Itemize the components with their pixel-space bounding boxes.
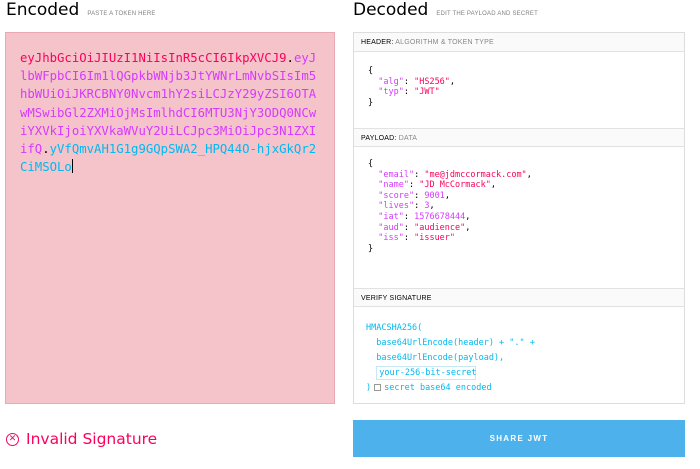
- close-paren: ): [366, 383, 372, 393]
- verify-line: HMACSHA256(: [366, 323, 423, 333]
- encoded-title: Encoded: [6, 0, 80, 20]
- share-jwt-button[interactable]: SHARE JWT: [353, 420, 685, 457]
- invalid-signature-text: Invalid Signature: [26, 430, 158, 448]
- close-line: ) secret base64 encoded: [366, 381, 684, 396]
- secret-input[interactable]: your-256-bit-secret: [376, 366, 476, 380]
- header-sublabel: ALGORITHM & TOKEN TYPE: [395, 39, 494, 46]
- json-value: 9001: [424, 190, 445, 201]
- verify-line: base64UrlEncode(header) + "." +: [366, 338, 535, 348]
- text-caret: [71, 159, 73, 174]
- payload-section-label: PAYLOAD: DATA: [354, 128, 684, 147]
- token-dot: .: [286, 51, 294, 65]
- json-value: 1576678444: [414, 211, 466, 222]
- payload-json-editor[interactable]: { "email": "me@jdmccormack.com", "name":…: [354, 147, 684, 288]
- json-key: "name": [378, 180, 409, 191]
- json-value: "JD McCormack": [419, 180, 491, 191]
- json-key: "aud": [378, 222, 404, 233]
- decoded-title: Decoded: [353, 0, 429, 20]
- json-value: "HS256": [414, 76, 450, 87]
- verify-signature-box: HMACSHA256( base64UrlEncode(header) + ".…: [354, 307, 684, 396]
- json-key: "alg": [378, 76, 404, 87]
- json-key: "iat": [378, 211, 404, 222]
- payload-sublabel: DATA: [398, 135, 418, 142]
- invalid-signature-status: ✕ Invalid Signature: [6, 428, 157, 450]
- base64-checkbox-label: secret base64 encoded: [384, 383, 492, 393]
- encoded-token-textarea[interactable]: eyJhbGciOiJIUzI1NiIsInR5cCI6IkpXVCJ9.eyJ…: [5, 32, 335, 404]
- token-header-part: eyJhbGciOiJIUzI1NiIsInR5cCI6IkpXVCJ9: [20, 51, 287, 65]
- json-value: "me@jdmccormack.com": [424, 169, 527, 180]
- decoded-panel: HEADER: ALGORITHM & TOKEN TYPE { "alg": …: [353, 32, 685, 404]
- token-payload-part: eyJlbWFpbCI6Im1lQGpkbWNjb3JtYWNrLmNvbSIs…: [20, 51, 317, 157]
- json-key: "typ": [378, 87, 404, 98]
- x-circle-icon: ✕: [6, 432, 19, 446]
- json-key: "lives": [378, 201, 415, 212]
- json-key: "email": [378, 169, 415, 180]
- secret-line: your-256-bit-secret: [366, 366, 684, 381]
- verify-section-label: VERIFY SIGNATURE: [354, 288, 684, 307]
- encoded-heading: Encoded PASTE A TOKEN HERE: [6, 0, 156, 24]
- token-dot: .: [42, 142, 50, 157]
- header-section-label: HEADER: ALGORITHM & TOKEN TYPE: [354, 33, 684, 52]
- json-key: "iss": [378, 233, 404, 244]
- payload-label: PAYLOAD:: [361, 135, 397, 142]
- decoded-heading: Decoded EDIT THE PAYLOAD AND SECRET: [353, 0, 538, 24]
- json-value: "audience": [414, 222, 466, 233]
- decoded-subtitle: EDIT THE PAYLOAD AND SECRET: [436, 11, 538, 17]
- header-json-editor[interactable]: { "alg": "HS256", "typ": "JWT" }: [354, 52, 684, 128]
- json-value: "issuer": [414, 233, 456, 244]
- header-label: HEADER:: [361, 39, 394, 46]
- encoded-subtitle: PASTE A TOKEN HERE: [87, 11, 156, 17]
- json-value: "JWT": [414, 87, 440, 98]
- verify-line: base64UrlEncode(payload),: [366, 353, 505, 363]
- verify-label: VERIFY SIGNATURE: [361, 295, 432, 302]
- json-key: "score": [378, 190, 415, 201]
- base64-checkbox[interactable]: [374, 384, 382, 391]
- token-signature-part: yVfQmvAH1G1g9GQpSWA2_HPQ44O-hjxGkQr2CiMS…: [20, 142, 317, 175]
